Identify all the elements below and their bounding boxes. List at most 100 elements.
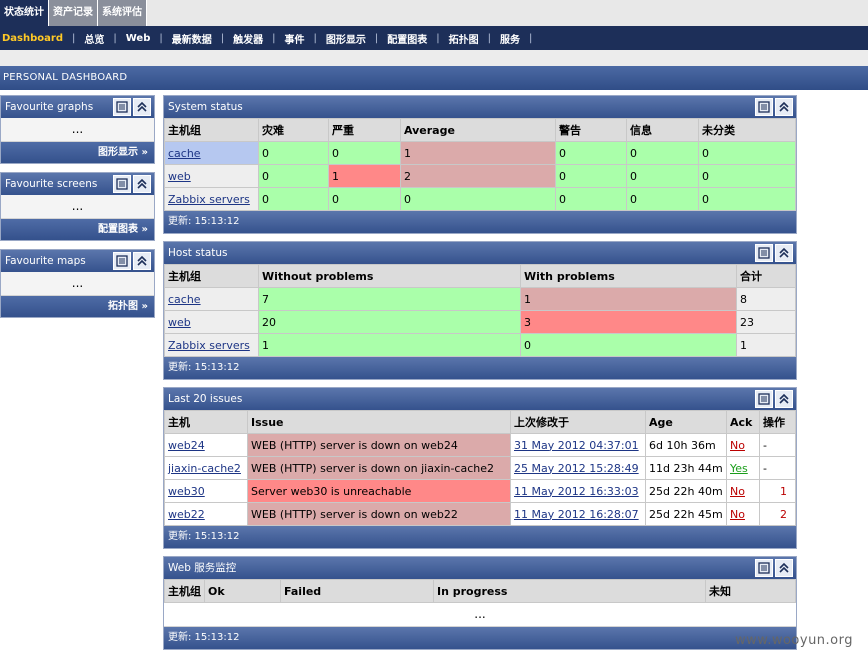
issue-cell: WEB (HTTP) server is down on web24 — [247, 433, 511, 457]
watermark: www.wooyun.org — [735, 633, 854, 648]
menu-screens[interactable]: 配置图表 — [387, 31, 427, 46]
table-cell: 1 — [400, 141, 556, 165]
block-header: Favourite maps — [1, 250, 154, 272]
ack-link[interactable]: Yes — [730, 462, 748, 475]
actions-cell: - — [759, 456, 796, 480]
table-cell: 0 — [626, 164, 699, 188]
tab-status[interactable]: 状态统计 — [0, 0, 49, 26]
last-change-link[interactable]: 31 May 2012 04:37:01 — [514, 439, 639, 452]
ack-link[interactable]: No — [730, 485, 745, 498]
table-header-row: 主机组 灾难 严重 Average 警告 信息 未分类 — [164, 118, 796, 142]
menu-icon[interactable] — [755, 98, 773, 116]
age-cell: 11d 23h 44m — [645, 456, 727, 480]
table-cell: 0 — [258, 164, 329, 188]
host-group-cell: Zabbix servers — [164, 333, 259, 357]
table-row: web 0 1 2 0 0 0 — [164, 164, 796, 188]
column-header: 未分类 — [698, 118, 796, 142]
block-title: System status — [168, 101, 243, 113]
favourite-screens-empty: ... — [1, 195, 154, 219]
menu-icon[interactable] — [755, 244, 773, 262]
ack-link[interactable]: No — [730, 508, 745, 521]
table-cell: 0 — [520, 333, 737, 357]
column-header: 主机组 — [164, 579, 205, 603]
update-time: 更新: 15:13:12 — [164, 526, 796, 548]
page-title: PERSONAL DASHBOARD — [0, 66, 868, 90]
actions-cell[interactable]: 1 — [759, 479, 796, 503]
menu-icon[interactable] — [755, 559, 773, 577]
host-cell: web30 — [164, 479, 248, 503]
host-group-link[interactable]: web — [168, 170, 191, 183]
column-header: 主机组 — [164, 264, 259, 288]
host-link[interactable]: jiaxin-cache2 — [168, 462, 241, 475]
menu-separator: | — [436, 32, 440, 44]
column-header: Ok — [204, 579, 281, 603]
collapse-icon[interactable] — [775, 98, 793, 116]
collapse-icon[interactable] — [133, 98, 151, 116]
menu-web[interactable]: Web — [126, 33, 151, 44]
menu-separator: | — [220, 32, 225, 44]
host-group-cell: Zabbix servers — [164, 187, 259, 211]
column-header: In progress — [433, 579, 706, 603]
top-tabs: 状态统计 资产记录 系统评估 — [0, 0, 868, 26]
system-status-table: 主机组 灾难 严重 Average 警告 信息 未分类 cache 0 0 1 … — [164, 118, 796, 211]
table-cell: 2 — [400, 164, 556, 188]
host-group-link[interactable]: cache — [168, 147, 201, 160]
issue-cell: WEB (HTTP) server is down on jiaxin-cach… — [247, 456, 511, 480]
favourite-graphs-block: Favourite graphs ... 图形显示 » — [0, 95, 155, 164]
actions-cell[interactable]: 2 — [759, 502, 796, 526]
table-cell: 0 — [698, 141, 796, 165]
collapse-icon[interactable] — [775, 559, 793, 577]
host-link[interactable]: web30 — [168, 485, 205, 498]
menu-separator: | — [72, 32, 76, 44]
last-change-link[interactable]: 11 May 2012 16:28:07 — [514, 508, 639, 521]
menu-services[interactable]: 服务 — [500, 31, 520, 46]
collapse-icon[interactable] — [775, 244, 793, 262]
menu-icon[interactable] — [113, 175, 131, 193]
last-change-link[interactable]: 25 May 2012 15:28:49 — [514, 462, 639, 475]
collapse-icon[interactable] — [133, 252, 151, 270]
table-cell: 8 — [736, 287, 796, 311]
menu-icon[interactable] — [113, 98, 131, 116]
host-cell: jiaxin-cache2 — [164, 456, 248, 480]
host-group-link[interactable]: web — [168, 316, 191, 329]
host-group-link[interactable]: Zabbix servers — [168, 193, 250, 206]
column-header: With problems — [520, 264, 737, 288]
host-link[interactable]: web22 — [168, 508, 205, 521]
maps-link[interactable]: 拓扑图 » — [1, 296, 154, 317]
host-group-cell: cache — [164, 287, 259, 311]
last-change-link[interactable]: 11 May 2012 16:33:03 — [514, 485, 639, 498]
collapse-icon[interactable] — [775, 390, 793, 408]
table-cell: 23 — [736, 310, 796, 334]
changed-cell: 25 May 2012 15:28:49 — [510, 456, 646, 480]
graphs-link[interactable]: 图形显示 » — [1, 142, 154, 163]
system-status-block: System status 主机组 灾难 严重 Average 警告 信息 未分… — [163, 95, 797, 234]
collapse-icon[interactable] — [133, 175, 151, 193]
menu-separator: | — [113, 32, 117, 44]
ack-link[interactable]: No — [730, 439, 745, 452]
screens-link[interactable]: 配置图表 » — [1, 219, 154, 240]
menu-separator: | — [272, 32, 276, 44]
menu-triggers[interactable]: 触发器 — [233, 31, 263, 46]
table-cell: 0 — [328, 141, 401, 165]
menu-icon[interactable] — [755, 390, 773, 408]
menu-dashboard[interactable]: Dashboard — [2, 33, 63, 44]
host-link[interactable]: web24 — [168, 439, 205, 452]
menu-icon[interactable] — [113, 252, 131, 270]
menu-gap — [0, 50, 868, 66]
host-group-link[interactable]: Zabbix servers — [168, 339, 250, 352]
tab-assets[interactable]: 资产记录 — [49, 0, 98, 26]
column-header: 灾难 — [258, 118, 329, 142]
menu-graphs[interactable]: 图形显示 — [326, 31, 366, 46]
menu-events[interactable]: 事件 — [285, 31, 305, 46]
block-header: Favourite graphs — [1, 96, 154, 118]
update-time: 更新: 15:13:12 — [164, 627, 796, 649]
column-header: 合计 — [736, 264, 796, 288]
block-title: Web 服务监控 — [168, 562, 237, 574]
host-group-link[interactable]: cache — [168, 293, 201, 306]
ack-cell: Yes — [726, 456, 760, 480]
tab-system-assessment[interactable]: 系统评估 — [98, 0, 147, 26]
menu-maps[interactable]: 拓扑图 — [449, 31, 479, 46]
menu-overview[interactable]: 总览 — [84, 31, 104, 46]
column-header: Issue — [247, 410, 511, 434]
menu-latest-data[interactable]: 最新数据 — [172, 31, 212, 46]
